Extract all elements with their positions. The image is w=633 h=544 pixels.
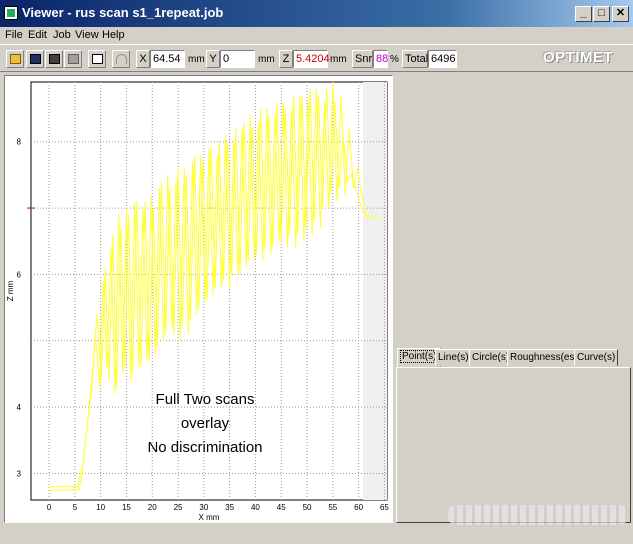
- save-as-icon: [49, 54, 60, 64]
- x-label: X: [136, 50, 150, 68]
- status-bar: [0, 525, 633, 544]
- minimize-button[interactable]: _: [575, 6, 592, 22]
- menu-bar: File Edit Job View Help: [0, 27, 633, 44]
- annotation-line-3: No discrimination: [147, 439, 262, 456]
- measurement-tabs: Point(s) Line(s) Circle(s) Roughness(es)…: [396, 348, 631, 368]
- toolbar: X 64.54 mm Y 0 mm Z 5.4204 mm Snr 88 % T…: [0, 44, 633, 72]
- window-title: Viewer - rus scan s1_1repeat.job: [22, 5, 224, 20]
- undo-icon: [116, 54, 127, 64]
- save-icon: [30, 54, 41, 64]
- x-tick-label: 40: [251, 503, 260, 512]
- x-value-field: 64.54: [150, 50, 185, 68]
- y-tick-label: 4: [17, 403, 22, 412]
- snr-unit: %: [390, 54, 399, 65]
- snr-label: Snr: [352, 50, 373, 68]
- z-value-field: 5.4204: [293, 50, 330, 68]
- close-button[interactable]: ✕: [612, 6, 629, 22]
- plot-frame: [30, 81, 388, 501]
- menu-job[interactable]: Job: [53, 29, 71, 41]
- y-tick-label: 6: [17, 270, 22, 279]
- z-label: Z: [279, 50, 293, 68]
- properties-button[interactable]: [88, 50, 106, 68]
- total-value-field: 6496: [428, 50, 457, 68]
- snr-value-field: 88: [373, 50, 388, 68]
- x-tick-label: 35: [225, 503, 234, 512]
- tab-points-label: Point(s): [400, 350, 439, 363]
- open-button[interactable]: [6, 50, 24, 68]
- y-unit: mm: [258, 54, 275, 65]
- x-axis-label: X mm: [199, 513, 220, 522]
- optimet-logo: OPTIMET: [543, 49, 614, 66]
- tab-circles[interactable]: Circle(s): [469, 349, 513, 366]
- y-label: Y: [206, 50, 220, 68]
- maximize-icon: □: [598, 7, 605, 19]
- open-folder-icon: [10, 54, 21, 64]
- print-icon: [68, 54, 79, 64]
- x-tick-label: 20: [148, 503, 157, 512]
- print-button[interactable]: [64, 50, 82, 68]
- menu-file[interactable]: File: [5, 29, 23, 41]
- minimize-icon: _: [580, 7, 587, 19]
- tab-lines[interactable]: Line(s): [435, 349, 472, 366]
- maximize-button[interactable]: □: [593, 6, 610, 22]
- x-tick-label: 60: [354, 503, 363, 512]
- x-tick-label: 30: [199, 503, 208, 512]
- x-tick-label: 65: [380, 503, 389, 512]
- plot-panel: 0 5 10 15 20 25 30 35 40 45 50 55 60 65 3 4 6 8 Z mm X mm…: [4, 75, 393, 523]
- y-tick-label: 8: [17, 138, 22, 147]
- x-tick-label: 55: [328, 503, 337, 512]
- z-profile-chart: 0 5 10 15 20 25 30 35 40 45 50 55 60 65 3 4 6 8 Z mm X mm…: [6, 81, 389, 522]
- watermark: [448, 505, 628, 525]
- x-tick-label: 0: [47, 503, 52, 512]
- title-bar: Viewer - rus scan s1_1repeat.job _ □ ✕: [0, 0, 633, 27]
- tab-content: [396, 367, 631, 523]
- total-label: Total: [402, 50, 428, 68]
- y-value-field: 0: [220, 50, 255, 68]
- y-axis-label: Z mm: [6, 280, 15, 301]
- z-unit: mm: [330, 54, 347, 65]
- menu-edit[interactable]: Edit: [28, 29, 47, 41]
- x-tick-label: 15: [122, 503, 131, 512]
- undo-button[interactable]: [112, 50, 130, 68]
- tab-curves[interactable]: Curve(s): [574, 349, 619, 366]
- x-unit: mm: [188, 54, 205, 65]
- info-panel: [396, 75, 631, 343]
- x-tick-label: 5: [73, 503, 78, 512]
- save-button[interactable]: [26, 50, 44, 68]
- menu-help[interactable]: Help: [102, 29, 125, 41]
- x-tick-label: 25: [174, 503, 183, 512]
- properties-icon: [92, 54, 103, 64]
- plot-margin: [363, 82, 387, 500]
- close-icon: ✕: [615, 7, 626, 19]
- save-as-button[interactable]: [45, 50, 63, 68]
- tab-roughness[interactable]: Roughness(es): [507, 349, 581, 366]
- menu-view[interactable]: View: [75, 29, 99, 41]
- annotation-line-1: Full Two scans: [156, 391, 255, 408]
- app-icon: [4, 6, 18, 20]
- x-tick-label: 45: [277, 503, 286, 512]
- y-tick-label: 3: [17, 469, 22, 478]
- annotation-line-2: overlay: [181, 415, 230, 432]
- x-tick-label: 10: [96, 503, 105, 512]
- x-tick-label: 50: [303, 503, 312, 512]
